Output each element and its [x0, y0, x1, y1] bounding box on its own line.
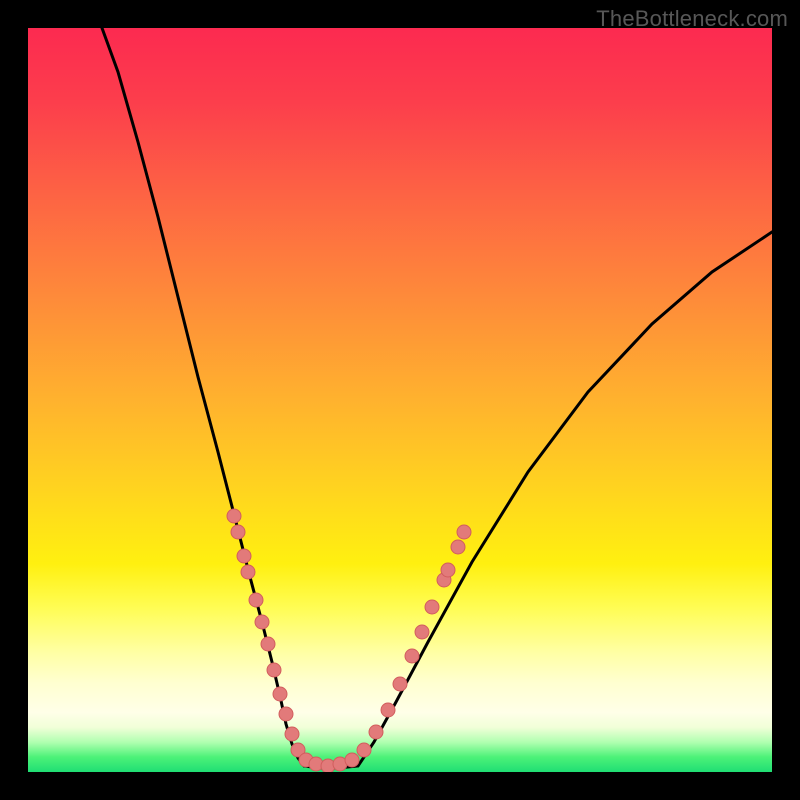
highlight-dot [285, 727, 299, 741]
highlight-dot [273, 687, 287, 701]
highlight-dot [357, 743, 371, 757]
bottleneck-curve [102, 28, 772, 768]
highlight-dot [241, 565, 255, 579]
highlight-dot [227, 509, 241, 523]
highlight-dot [369, 725, 383, 739]
chart-svg [28, 28, 772, 772]
highlight-dot [237, 549, 251, 563]
highlight-dot [441, 563, 455, 577]
highlight-dot [393, 677, 407, 691]
highlight-dot [255, 615, 269, 629]
highlight-dot [267, 663, 281, 677]
highlight-dot [451, 540, 465, 554]
watermark-text: TheBottleneck.com [596, 6, 788, 32]
highlight-dot [457, 525, 471, 539]
highlight-dot [345, 753, 359, 767]
highlight-dot [231, 525, 245, 539]
chart-stage: TheBottleneck.com [0, 0, 800, 800]
highlight-dot [261, 637, 275, 651]
highlight-dot [279, 707, 293, 721]
chart-plot-area [28, 28, 772, 772]
highlight-dot [381, 703, 395, 717]
highlight-dot [425, 600, 439, 614]
highlight-dot [405, 649, 419, 663]
highlight-dot [415, 625, 429, 639]
highlight-dots [227, 509, 471, 772]
highlight-dot [249, 593, 263, 607]
